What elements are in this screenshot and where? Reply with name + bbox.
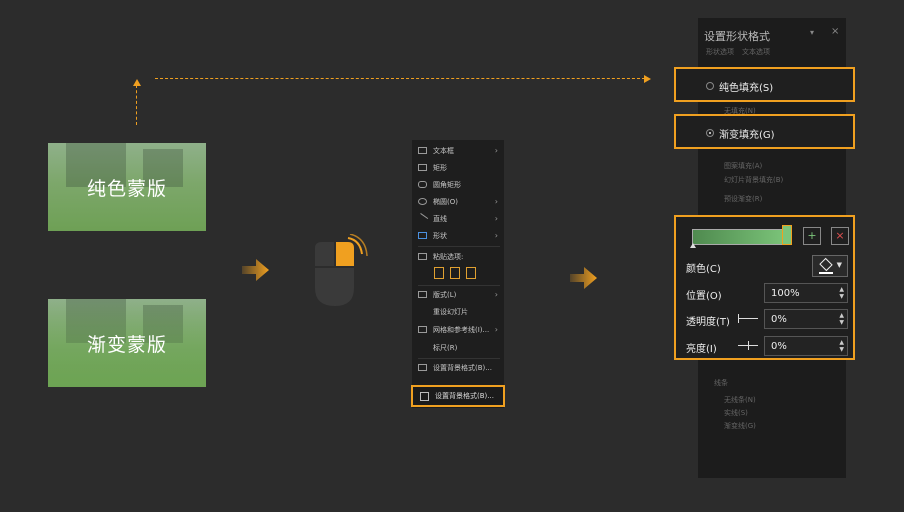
spin-arrows-icon[interactable]: ▲ ▼ <box>839 312 844 326</box>
panel-dropdown-icon[interactable]: ▾ <box>810 28 814 37</box>
color-picker-button[interactable]: ▼ <box>812 255 848 277</box>
menu-item-ellipse[interactable]: 椭圆(O) › <box>412 193 504 210</box>
layout-icon <box>418 291 427 298</box>
arrow-right-icon <box>644 75 651 83</box>
textbox-icon <box>418 147 427 154</box>
menu-item-rounded-rectangle[interactable]: 圆角矩形 <box>412 176 504 193</box>
line-icon <box>416 213 429 224</box>
spin-arrows-icon[interactable]: ▲ ▼ <box>839 286 844 300</box>
menu-item-format-background[interactable]: 设置背景格式(B)... <box>412 359 504 376</box>
pattern-fill-option[interactable]: 图案填充(A) <box>724 161 762 171</box>
gradient-fill-label: 渐变填充(G) <box>719 130 775 141</box>
format-background-icon <box>420 391 429 401</box>
flow-arrow-icon <box>570 267 597 289</box>
chevron-right-icon: › <box>494 290 498 299</box>
chevron-right-icon: › <box>494 214 498 223</box>
gradient-mask-thumbnail: 渐变蒙版 <box>48 299 206 387</box>
solid-mask-thumbnail: 纯色蒙版 <box>48 143 206 231</box>
menu-item-shapes[interactable]: 形状 › <box>412 227 504 244</box>
chevron-right-icon: › <box>494 146 498 155</box>
format-background-highlighted[interactable]: 设置背景格式(B)... <box>411 385 505 407</box>
solid-fill-label: 纯色填充(S) <box>719 83 774 94</box>
no-line-option[interactable]: 无线条(N) <box>724 395 756 405</box>
slide-background-fill-option[interactable]: 幻灯片背景填充(B) <box>724 175 783 185</box>
dashed-connector-vertical <box>136 85 137 125</box>
rectangle-icon <box>418 164 427 171</box>
menu-item-line[interactable]: 直线 › <box>412 210 504 227</box>
paste-text-icon[interactable] <box>466 267 476 279</box>
line-section-label: 线条 <box>714 379 728 387</box>
ellipse-icon <box>418 198 427 205</box>
menu-item-ruler[interactable]: 标尺(R) <box>412 339 504 356</box>
chevron-right-icon: › <box>494 231 498 240</box>
brightness-label: 亮度(I) <box>686 344 717 355</box>
gradient-stops-panel: + × 颜色(C) ▼ 位置(O) 100% ▲ ▼ 透明度(T) 0% ▲ ▼ 亮… <box>674 215 855 360</box>
gradient-stop-bar[interactable] <box>692 229 788 245</box>
transparency-slider-icon[interactable] <box>738 318 758 319</box>
context-menu: 文本框 › 矩形 圆角矩形 椭圆(O) › 直线 › 形状 › 粘贴选项: 版式(L) ›… <box>412 140 504 408</box>
close-icon[interactable]: × <box>831 26 839 37</box>
menu-item-reset-slide[interactable]: 重设幻灯片 <box>412 303 504 320</box>
transparency-label: 透明度(T) <box>686 317 730 328</box>
blank-icon <box>418 308 427 315</box>
color-label: 颜色(C) <box>686 264 721 275</box>
shapes-icon <box>418 232 427 239</box>
menu-item-layout[interactable]: 版式(L) › <box>412 286 504 303</box>
remove-gradient-stop-icon[interactable]: × <box>831 227 849 245</box>
spin-arrows-icon[interactable]: ▲ ▼ <box>839 339 844 353</box>
dashed-connector-horizontal <box>155 78 645 79</box>
gradient-stop-right-handle[interactable] <box>782 225 792 245</box>
menu-separator <box>418 246 500 247</box>
paste-keep-icon[interactable] <box>434 267 444 279</box>
menu-item-textbox[interactable]: 文本框 › <box>412 142 504 159</box>
gradient-line-option[interactable]: 渐变线(G) <box>724 421 756 431</box>
solid-fill-option[interactable]: 纯色填充(S) <box>674 67 855 102</box>
paste-icon <box>418 253 427 260</box>
paste-picture-icon[interactable] <box>450 267 460 279</box>
grid-icon <box>418 326 427 333</box>
panel-title: 设置形状格式 <box>704 30 770 43</box>
position-label: 位置(O) <box>686 291 722 302</box>
gradient-stop-left-icon[interactable] <box>690 243 696 248</box>
menu-item-paste-options: 粘贴选项: <box>412 248 504 265</box>
color-swatch <box>819 272 833 274</box>
menu-item-rectangle[interactable]: 矩形 <box>412 159 504 176</box>
preset-gradient-label: 预设渐变(R) <box>724 195 763 203</box>
gradient-mask-label: 渐变蒙版 <box>86 333 167 356</box>
mouse-right-click-icon <box>315 234 368 306</box>
blank-icon <box>418 344 427 351</box>
rounded-rectangle-icon <box>418 181 427 188</box>
add-gradient-stop-icon[interactable]: + <box>803 227 821 245</box>
gradient-fill-option[interactable]: 渐变填充(G) <box>674 114 855 149</box>
solid-mask-label: 纯色蒙版 <box>86 177 167 200</box>
chevron-right-icon: › <box>494 325 498 334</box>
flow-arrow-icon <box>242 259 269 281</box>
gradient-fill-radio[interactable] <box>706 129 714 137</box>
position-input[interactable]: 100% ▲ ▼ <box>764 283 848 303</box>
arrow-up-icon <box>133 79 141 86</box>
brightness-slider-thumb[interactable] <box>748 341 749 350</box>
chevron-down-icon: ▼ <box>836 261 842 269</box>
format-background-icon <box>418 364 427 371</box>
chevron-right-icon: › <box>494 197 498 206</box>
menu-item-grid-guides[interactable]: 网格和参考线(I)... › <box>412 321 504 338</box>
brightness-input[interactable]: 0% ▲ ▼ <box>764 336 848 356</box>
solid-line-option[interactable]: 实线(S) <box>724 408 748 418</box>
transparency-input[interactable]: 0% ▲ ▼ <box>764 309 848 329</box>
solid-fill-radio[interactable] <box>706 82 714 90</box>
paste-option-icons[interactable] <box>434 267 476 279</box>
tab-text-options[interactable]: 文本选项 <box>742 47 770 57</box>
tab-shape-options[interactable]: 形状选项 <box>706 47 734 57</box>
format-background-label: 设置背景格式(B)... <box>435 392 494 400</box>
paint-bucket-icon <box>819 257 833 272</box>
transparency-slider-thumb[interactable] <box>738 314 739 323</box>
